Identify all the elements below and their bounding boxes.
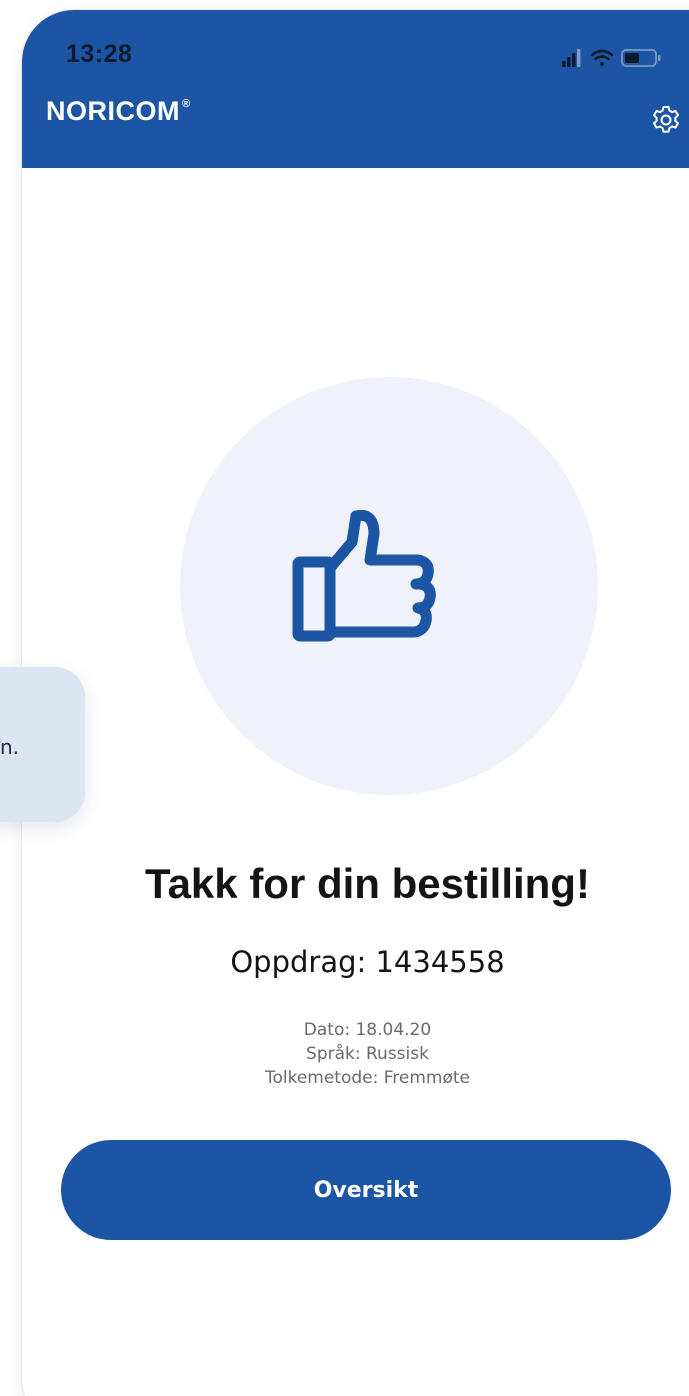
- brand-name: NORICOM: [46, 96, 180, 126]
- app-header: 13:28 NORICOM ®: [22, 10, 689, 168]
- detail-date: Dato: 18.04.20: [303, 1020, 432, 1040]
- order-number: Oppdrag: 1434558: [230, 945, 505, 979]
- wifi-icon: [590, 49, 614, 66]
- battery-icon: [621, 49, 661, 67]
- gear-icon[interactable]: [650, 104, 682, 136]
- thumbs-up-icon: [292, 509, 436, 642]
- status-time: 13:28: [66, 40, 133, 68]
- confirmation-title: Takk for din bestilling!: [145, 860, 590, 907]
- overview-button[interactable]: Oversikt: [61, 1140, 671, 1240]
- side-bubble: n.: [0, 667, 85, 822]
- overview-button-label: Oversikt: [313, 1177, 419, 1203]
- order-details: Dato: 18.04.20 Språk: Russisk Tolkemetod…: [0, 1018, 689, 1090]
- detail-language: Språk: Russisk: [306, 1044, 429, 1064]
- status-icons: [562, 49, 661, 67]
- brand-logo: NORICOM ®: [46, 96, 191, 127]
- side-bubble-text: n.: [0, 735, 20, 759]
- signal-icon: [562, 49, 581, 67]
- screen: 13:28 NORICOM ® n. Takk for din bestilli…: [0, 0, 689, 1396]
- brand-trademark: ®: [182, 98, 191, 110]
- detail-method: Tolkemetode: Fremmøte: [264, 1068, 471, 1088]
